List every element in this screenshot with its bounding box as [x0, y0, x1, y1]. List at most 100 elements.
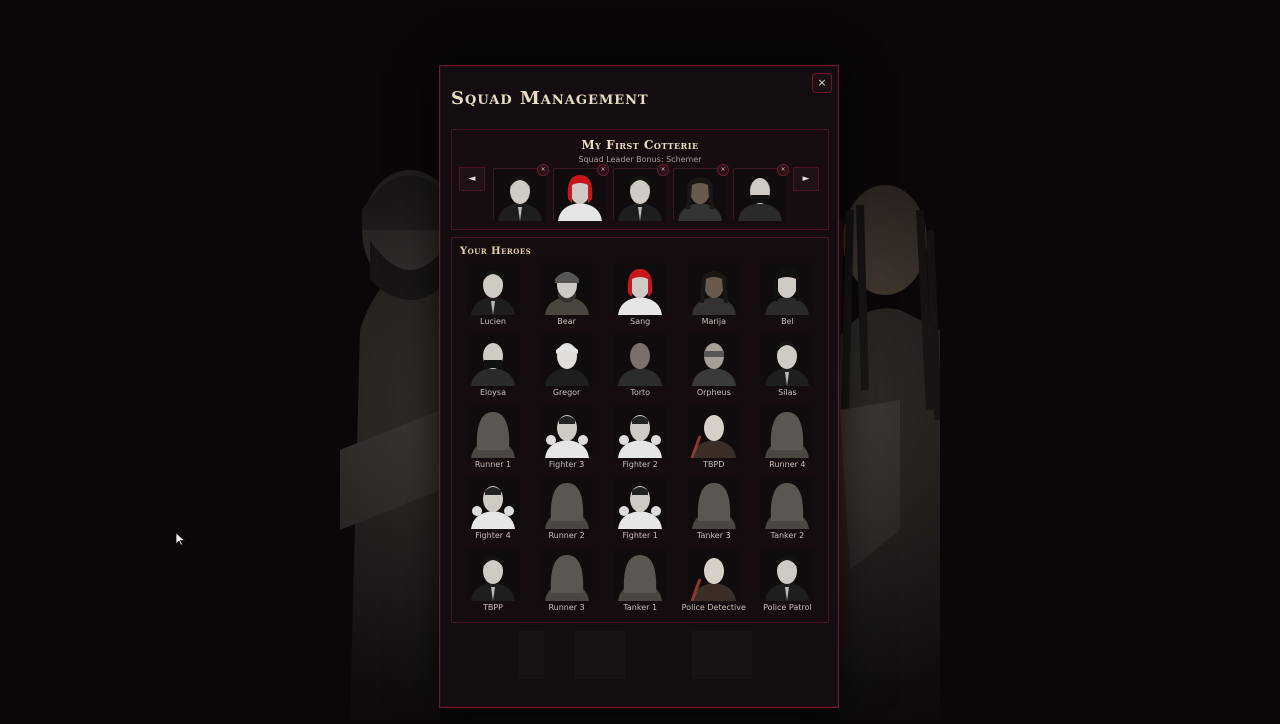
placeholder-shadow [692, 631, 752, 679]
hero-name: Tanker 1 [623, 602, 658, 612]
hero-name: Fighter 4 [475, 531, 511, 541]
hero-card[interactable]: Eloysa [458, 334, 528, 397]
hero-name: Torto [630, 388, 651, 398]
heroes-panel: Your Heroes Lucien Bear Sang Marija Bel Eloys… [451, 237, 829, 623]
hero-name: Runner 4 [769, 459, 806, 469]
hero-name: Runner 2 [548, 531, 585, 541]
dreadlocks-woman-portrait-icon [687, 263, 740, 315]
vampire-portrait-icon [614, 169, 666, 225]
squad-leader-bonus: Squad Leader Bonus: Schemer [578, 155, 702, 164]
bald-monk-portrait-icon [687, 548, 740, 602]
squad-management-modal: × Squad Management My First Cotterie Squ… [439, 65, 839, 708]
hero-name: Police Detective [681, 602, 746, 612]
bearded-man-portrait-icon [540, 263, 593, 315]
hero-name: Tanker 2 [770, 531, 805, 541]
fighter-portrait-icon [540, 405, 593, 458]
hero-card[interactable]: Marija [679, 263, 749, 326]
vampire-portrait-icon [467, 548, 519, 601]
hooded-figure-portrait-icon [467, 405, 519, 458]
hero-card[interactable]: Gregor [532, 334, 602, 397]
hero-name: Fighter 2 [622, 459, 658, 469]
dreadlocks-woman-portrait-icon [674, 169, 726, 225]
hero-card[interactable]: Runner 3 [532, 548, 602, 612]
old-man-portrait-icon [540, 334, 593, 387]
hero-name: Eloysa [480, 388, 506, 398]
remove-member-button[interactable]: × [597, 164, 609, 176]
hero-card[interactable]: Lucien [458, 263, 528, 326]
vampire-portrait-icon [761, 548, 814, 601]
hero-name: Runner 3 [548, 602, 585, 612]
hero-card[interactable]: Runner 1 [458, 405, 528, 469]
hooded-figure-portrait-icon [540, 548, 593, 601]
squad-slot[interactable]: × [733, 164, 789, 221]
fighter-portrait-icon [614, 405, 667, 458]
hero-card[interactable]: Runner 4 [752, 405, 822, 469]
masked-woman-portrait-icon [734, 169, 786, 225]
hooded-figure-portrait-icon [540, 477, 593, 530]
hero-name: Silas [778, 388, 797, 398]
dark-hair-woman-portrait-icon [761, 263, 814, 315]
fighter-portrait-icon [614, 477, 667, 530]
hero-card[interactable]: Police Patrol [752, 548, 822, 612]
hero-card[interactable]: Orpheus [679, 334, 749, 397]
hero-name: Gregor [552, 388, 581, 398]
hero-name: Police Patrol [763, 602, 812, 612]
squad-slot[interactable]: × [673, 164, 729, 221]
hero-name: Bear [557, 317, 576, 326]
vampire-portrait-icon [761, 334, 814, 387]
remove-member-button[interactable]: × [717, 164, 729, 176]
bald-monk-portrait-icon [687, 405, 740, 459]
hero-card[interactable]: Fighter 4 [458, 477, 528, 540]
hero-name: Fighter 3 [548, 459, 585, 469]
hero-name: Bel [781, 317, 794, 326]
hero-card[interactable]: TBPD [679, 405, 749, 469]
hero-name: Tanker 3 [696, 531, 731, 541]
hero-card[interactable]: Bear [532, 263, 602, 326]
hero-name: Runner 1 [474, 459, 512, 469]
hooded-tank-portrait-icon [687, 477, 740, 530]
hero-name: Fighter 1 [622, 531, 658, 541]
hero-card[interactable]: Torto [605, 334, 675, 397]
hero-card[interactable]: Bel [752, 263, 822, 326]
hooded-tank-portrait-icon [761, 477, 814, 530]
hero-card[interactable]: Tanker 3 [679, 477, 749, 540]
previous-squad-button[interactable]: ◄ [459, 167, 485, 191]
hero-card[interactable]: Silas [752, 334, 822, 397]
suit-man-portrait-icon [467, 263, 519, 315]
hero-name: Lucien [480, 317, 506, 326]
remove-member-button[interactable]: × [777, 164, 789, 176]
placeholder-shadow [575, 631, 625, 679]
hero-card[interactable]: Fighter 2 [605, 405, 675, 469]
goggles-man-portrait-icon [687, 334, 740, 387]
hero-name: TBPP [482, 602, 504, 612]
masked-woman-portrait-icon [467, 334, 519, 387]
squad-slot[interactable]: × [493, 164, 549, 221]
hero-name: TBPD [703, 459, 725, 469]
remove-member-button[interactable]: × [537, 164, 549, 176]
hooded-figure-portrait-icon [761, 405, 814, 458]
hero-name: Sang [630, 317, 651, 326]
squad-panel: My First Cotterie Squad Leader Bonus: Sc… [451, 129, 829, 230]
hero-card[interactable]: TBPP [458, 548, 528, 612]
hero-card[interactable]: Tanker 1 [605, 548, 675, 612]
hero-card[interactable]: Police Detective [679, 548, 749, 612]
squad-name: My First Cotterie [581, 138, 699, 152]
squad-slot[interactable]: × [613, 164, 669, 221]
hero-card[interactable]: Tanker 2 [752, 477, 822, 540]
hero-card[interactable]: Fighter 1 [605, 477, 675, 540]
red-hair-woman-portrait-icon [614, 263, 667, 315]
remove-member-button[interactable]: × [657, 164, 669, 176]
next-squad-button[interactable]: ► [793, 167, 819, 191]
hero-name: Marija [701, 317, 727, 326]
close-button[interactable]: × [812, 73, 832, 93]
hero-name: Orpheus [696, 388, 731, 398]
mouse-cursor-icon [175, 531, 186, 550]
fighter-portrait-icon [467, 477, 519, 530]
placeholder-shadow [518, 631, 544, 679]
suit-man-portrait-icon [494, 169, 546, 225]
hero-card[interactable]: Sang [605, 263, 675, 326]
squad-slot[interactable]: × [553, 164, 609, 221]
hero-card[interactable]: Runner 2 [532, 477, 602, 540]
hero-card[interactable]: Fighter 3 [532, 405, 602, 469]
red-hair-woman-portrait-icon [554, 169, 606, 225]
